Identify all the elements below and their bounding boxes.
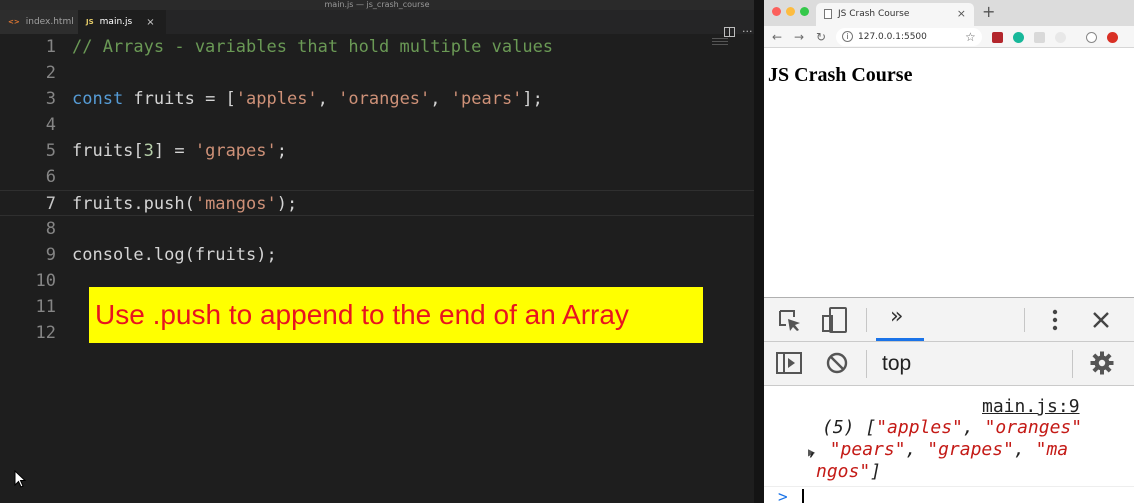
html-file-icon: <> [8,18,20,26]
code-line[interactable]: 8 [0,216,754,242]
console-prompt[interactable]: > [764,486,1134,503]
tab-main-js[interactable]: JS main.js × [78,10,166,34]
line-number: 1 [45,37,56,57]
url-text: 127.0.0.1:5500 [858,32,927,42]
code-area[interactable]: 1 // Arrays - variables that hold multipl… [0,34,754,503]
code-line[interactable]: 1 // Arrays - variables that hold multipl… [0,34,754,60]
line-number: 5 [45,141,56,161]
context-selector[interactable]: top [882,352,911,376]
clear-console-icon[interactable] [826,352,848,374]
browser-window: JS Crash Course × + ← → ↻ i 127.0.0.1:55… [764,0,1134,503]
minimap[interactable] [712,38,728,52]
close-tab-icon[interactable]: × [957,3,966,25]
line-number: 4 [45,115,56,135]
page-icon [824,9,832,19]
code-line[interactable]: 9 console.log(fruits); [0,242,754,268]
minimize-window-button[interactable] [786,7,795,16]
browser-toolbar: ← → ↻ i 127.0.0.1:5500 ☆ [764,26,1134,48]
info-icon[interactable]: i [842,31,853,42]
back-icon[interactable]: ← [772,28,782,46]
line-number: 8 [45,219,56,239]
console-log-line: , "pears", "grapes", "ma [808,439,1069,460]
maximize-window-button[interactable] [800,7,809,16]
tab-label: main.js [99,17,133,27]
close-tab-icon[interactable]: × [146,17,154,28]
address-bar[interactable]: i 127.0.0.1:5500 [836,28,982,46]
code-text: fruits.push('mangos'); [72,194,298,214]
console-toolbar: top [764,342,1134,386]
code-line[interactable]: 7 fruits.push('mangos'); [0,190,754,216]
code-line[interactable]: 4 [0,112,754,138]
sidebar-toggle-icon[interactable] [776,352,802,374]
line-number: 11 [35,297,56,317]
line-number: 12 [35,323,56,343]
code-line[interactable]: 2 [0,60,754,86]
extension-t-icon[interactable] [1086,32,1097,43]
line-number: 3 [45,89,56,109]
console-output[interactable]: main.js:9 (5) ["apples", "oranges" ▶ , "… [764,386,1134,503]
extension-red-icon[interactable] [1107,32,1118,43]
extension-gear-icon[interactable] [1055,32,1066,43]
new-tab-button[interactable]: + [982,2,995,21]
toolbar-divider [1072,350,1073,378]
close-window-button[interactable] [772,7,781,16]
prompt-chevron-icon: > [778,487,788,503]
code-text: fruits[3] = 'grapes'; [72,141,287,161]
caption-banner: Use .push to append to the end of an Arr… [89,287,703,343]
extension-m-icon[interactable] [1013,32,1024,43]
line-number: 9 [45,245,56,265]
browser-tab-title: JS Crash Course [838,9,910,19]
code-line[interactable]: 5 fruits[3] = 'grapes'; [0,138,754,164]
devtools-main-toolbar: » [764,298,1134,342]
device-toolbar-icon[interactable] [822,307,848,333]
settings-gear-icon[interactable] [1090,351,1114,375]
tab-label: index.html [25,17,74,27]
kebab-menu-icon[interactable] [1052,308,1058,332]
code-line[interactable]: 3 const fruits = ['apples', 'oranges', 'p… [0,86,754,112]
line-number: 7 [45,194,56,214]
toolbar-divider [866,350,867,378]
more-tabs-icon[interactable]: » [890,304,903,329]
bookmark-star-icon[interactable]: ☆ [965,28,976,46]
toolbar-divider [866,308,867,332]
window-divider [754,0,764,503]
code-text: console.log(fruits); [72,245,277,265]
browser-tab-strip: JS Crash Course × + [764,0,1134,26]
source-link[interactable]: main.js:9 [982,396,1080,417]
line-number: 10 [35,271,56,291]
js-file-icon: JS [86,18,94,26]
console-log-line: ngos"] [816,461,882,482]
browser-tab[interactable]: JS Crash Course × [816,3,974,26]
reload-icon[interactable]: ↻ [816,28,826,46]
devtools-panel: » top main.js:9 (5) ["apples", "oranges"… [764,297,1134,503]
extension-blank-icon[interactable] [1034,32,1045,43]
code-editor: main.js — js_crash_course <> index.html … [0,0,754,503]
code-line[interactable]: 6 [0,164,754,190]
forward-icon[interactable]: → [794,28,804,46]
line-number: 6 [45,167,56,187]
tab-index-html[interactable]: <> index.html [0,10,78,34]
editor-tab-bar: <> index.html JS main.js × ··· [0,10,754,38]
extension-chart-icon[interactable] [992,32,1003,43]
close-devtools-icon[interactable] [1092,311,1110,329]
console-log-line: (5) ["apples", "oranges" [822,417,1083,438]
line-number: 2 [45,63,56,83]
inspect-element-icon[interactable] [778,309,802,333]
page-heading: JS Crash Course [768,64,913,86]
text-caret [802,489,804,503]
mouse-pointer-icon [14,470,27,488]
selected-tab-indicator [876,338,924,341]
editor-title: main.js — js_crash_course [0,0,754,10]
toolbar-divider [1024,308,1025,332]
code-text: // Arrays - variables that hold multiple… [72,37,554,57]
code-text: const fruits = ['apples', 'oranges', 'pe… [72,89,543,109]
